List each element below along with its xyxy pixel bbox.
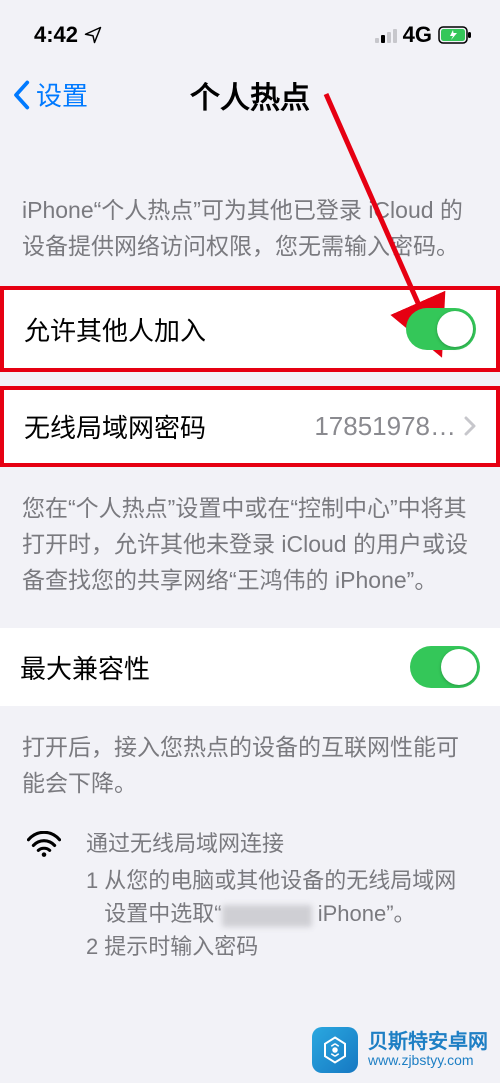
- status-right: 4G: [375, 22, 472, 48]
- status-time: 4:42: [34, 22, 78, 48]
- back-button[interactable]: 设置: [12, 76, 88, 113]
- status-bar: 4:42 4G: [0, 0, 500, 58]
- spacer: [0, 372, 500, 386]
- section2-footer: 打开后，接入您热点的设备的互联网性能可能会下降。: [0, 706, 500, 823]
- toggle-knob: [437, 311, 473, 347]
- wifi-help-step2: 2 提示时输入密码: [86, 930, 478, 963]
- watermark: 贝斯特安卓网 www.zjbstyy.com: [312, 1027, 488, 1073]
- chevron-left-icon: [12, 80, 30, 110]
- max-compatibility-toggle[interactable]: [410, 646, 480, 688]
- wifi-password-cell[interactable]: 无线局域网密码 17851978…: [4, 390, 496, 463]
- cellular-signal-icon: [375, 27, 397, 43]
- wifi-password-value: 17851978…: [314, 411, 464, 442]
- wifi-icon: [22, 827, 66, 862]
- watermark-logo: [312, 1027, 358, 1073]
- watermark-url: www.zjbstyy.com: [368, 1053, 488, 1068]
- back-label: 设置: [36, 76, 88, 113]
- toggle-knob: [441, 649, 477, 685]
- blurred-device-name: [222, 905, 312, 927]
- status-time-area: 4:42: [34, 22, 102, 48]
- step1-suffix: iPhone”。: [312, 901, 416, 926]
- wifi-help-title: 通过无线局域网连接: [86, 827, 478, 860]
- allow-others-label: 允许其他人加入: [24, 311, 206, 348]
- section1-footer: 您在“个人热点”设置中或在“控制中心”中将其打开时，允许其他未登录 iCloud…: [0, 467, 500, 620]
- network-label: 4G: [403, 22, 432, 48]
- step-number-1: 1: [86, 864, 98, 930]
- battery-icon: [438, 26, 472, 44]
- allow-others-toggle[interactable]: [406, 308, 476, 350]
- chevron-right-icon: [464, 411, 476, 443]
- step2-text: 提示时输入密码: [104, 930, 258, 963]
- max-compatibility-cell[interactable]: 最大兼容性: [0, 628, 500, 706]
- page-title: 个人热点: [190, 73, 310, 117]
- wifi-help-block: 通过无线局域网连接 1 从您的电脑或其他设备的无线局域网设置中选取“ iPhon…: [0, 823, 500, 987]
- section1-description: iPhone“个人热点”可为其他已登录 iCloud 的设备提供网络访问权限，您…: [0, 127, 500, 286]
- annotation-highlight-password: 无线局域网密码 17851978…: [0, 386, 500, 467]
- allow-others-cell[interactable]: 允许其他人加入: [4, 290, 496, 368]
- wifi-help-step1: 1 从您的电脑或其他设备的无线局域网设置中选取“ iPhone”。: [86, 864, 478, 930]
- wifi-password-label: 无线局域网密码: [24, 408, 206, 445]
- watermark-name: 贝斯特安卓网: [368, 1031, 488, 1053]
- location-icon: [84, 26, 102, 44]
- annotation-highlight-allow-others: 允许其他人加入: [0, 286, 500, 372]
- step-number-2: 2: [86, 930, 98, 963]
- max-compatibility-label: 最大兼容性: [20, 649, 150, 686]
- nav-bar: 设置 个人热点: [0, 58, 500, 127]
